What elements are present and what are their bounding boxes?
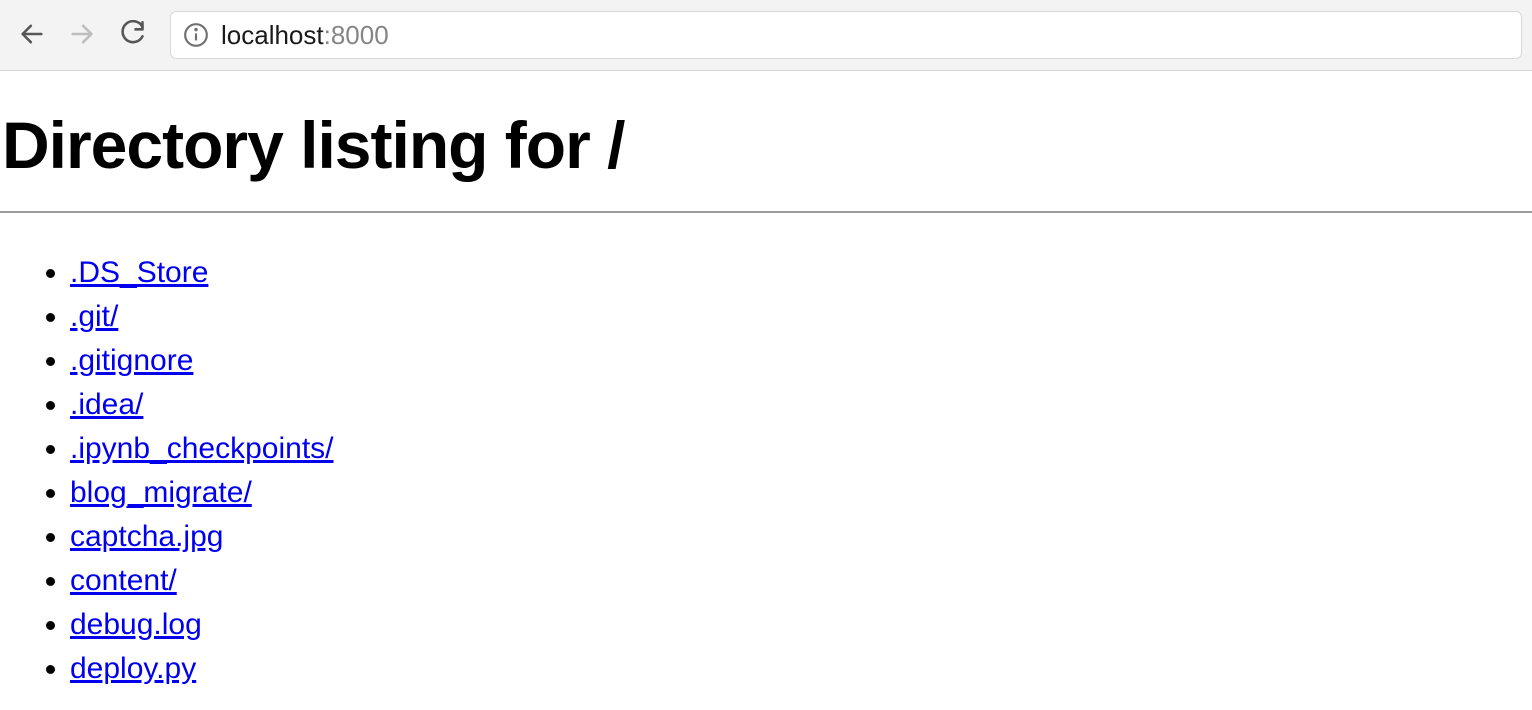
forward-button[interactable] — [60, 13, 104, 57]
directory-link[interactable]: deploy.py — [70, 652, 196, 685]
list-item: .gitignore — [70, 339, 1532, 383]
page-title: Directory listing for / — [0, 71, 1532, 211]
list-item: .ipynb_checkpoints/ — [70, 427, 1532, 471]
url-text: localhost:8000 — [221, 20, 389, 51]
list-item: .idea/ — [70, 383, 1532, 427]
directory-link[interactable]: .idea/ — [70, 388, 143, 421]
list-item: .git/ — [70, 295, 1532, 339]
url-host: localhost — [221, 20, 324, 50]
directory-link[interactable]: debug.log — [70, 608, 202, 641]
directory-link[interactable]: blog_migrate/ — [70, 476, 252, 509]
list-item: .DS_Store — [70, 251, 1532, 295]
url-port: :8000 — [324, 20, 389, 50]
browser-toolbar: localhost:8000 — [0, 0, 1532, 71]
list-item: blog_migrate/ — [70, 471, 1532, 515]
directory-link[interactable]: .DS_Store — [70, 256, 208, 289]
list-item: deploy.py — [70, 647, 1532, 691]
directory-link[interactable]: captcha.jpg — [70, 520, 223, 553]
directory-link[interactable]: .gitignore — [70, 344, 193, 377]
reload-icon — [118, 20, 146, 51]
directory-link[interactable]: content/ — [70, 564, 177, 597]
back-arrow-icon — [18, 20, 46, 51]
address-bar[interactable]: localhost:8000 — [170, 11, 1522, 59]
page-content: Directory listing for / .DS_Store .git/ … — [0, 71, 1532, 710]
list-item: content/ — [70, 559, 1532, 603]
reload-button[interactable] — [110, 13, 154, 57]
directory-link[interactable]: .ipynb_checkpoints/ — [70, 432, 334, 465]
directory-list: .DS_Store .git/ .gitignore .idea/ .ipynb… — [0, 213, 1532, 691]
list-item: captcha.jpg — [70, 515, 1532, 559]
list-item: debug.log — [70, 603, 1532, 647]
forward-arrow-icon — [68, 20, 96, 51]
directory-link[interactable]: .git/ — [70, 300, 118, 333]
site-info-icon[interactable] — [183, 22, 209, 48]
back-button[interactable] — [10, 13, 54, 57]
